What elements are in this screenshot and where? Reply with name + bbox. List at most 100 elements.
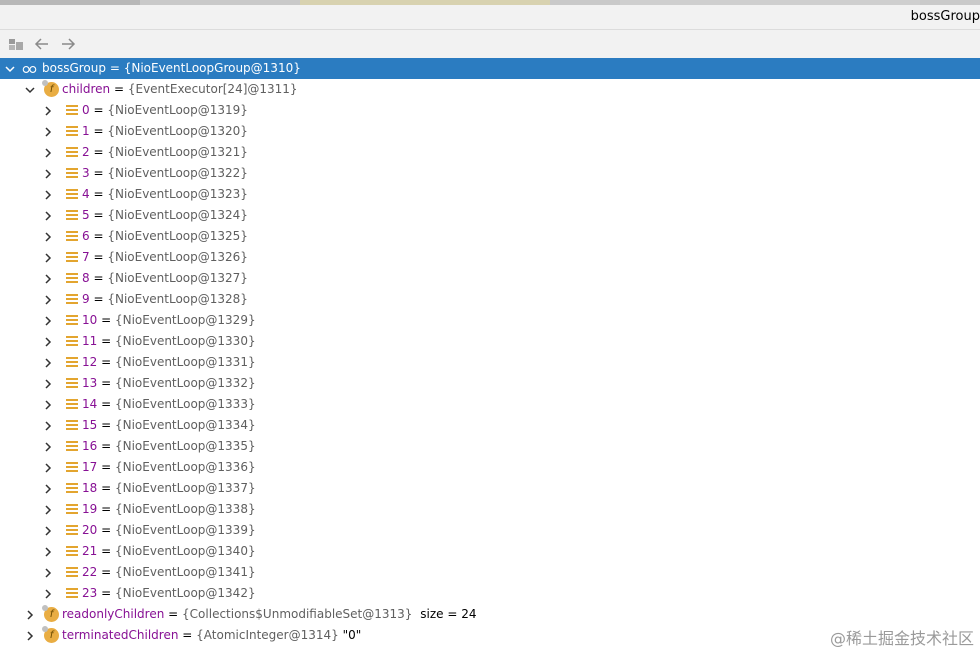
element-index: 15 <box>82 418 98 432</box>
tree-row-element[interactable]: 8 = {NioEventLoop@1327} <box>0 268 980 289</box>
element-value: {NioEventLoop@1331} <box>114 355 256 369</box>
chevron-right-icon[interactable] <box>42 205 54 226</box>
array-element-icon <box>66 525 78 536</box>
toolbar <box>0 30 980 59</box>
element-value: {NioEventLoop@1329} <box>114 313 256 327</box>
chevron-right-icon[interactable] <box>42 247 54 268</box>
array-element-icon <box>66 441 78 452</box>
back-button[interactable] <box>32 34 52 54</box>
chevron-right-icon[interactable] <box>42 499 54 520</box>
tree-row-element[interactable]: 0 = {NioEventLoop@1319} <box>0 100 980 121</box>
tree-row-element[interactable]: 11 = {NioEventLoop@1330} <box>0 331 980 352</box>
array-element-icon <box>66 420 78 431</box>
field-extra: "0" <box>342 628 362 642</box>
chevron-right-icon[interactable] <box>42 541 54 562</box>
forward-button[interactable] <box>58 34 78 54</box>
tree-row-element[interactable]: 18 = {NioEventLoop@1337} <box>0 478 980 499</box>
element-value: {NioEventLoop@1327} <box>107 271 248 285</box>
element-index: 12 <box>82 355 98 369</box>
watch-glasses-icon <box>22 66 37 73</box>
chevron-right-icon[interactable] <box>42 373 54 394</box>
field-name: children <box>62 82 111 96</box>
chevron-right-icon[interactable] <box>42 457 54 478</box>
field-name: readonlyChildren <box>62 607 165 621</box>
array-element-icon <box>66 231 78 242</box>
chevron-right-icon[interactable] <box>42 100 54 121</box>
tree-row-element[interactable]: 3 = {NioEventLoop@1322} <box>0 163 980 184</box>
chevron-right-icon[interactable] <box>42 163 54 184</box>
element-value: {NioEventLoop@1328} <box>107 292 248 306</box>
tree-row-element[interactable]: 20 = {NioEventLoop@1339} <box>0 520 980 541</box>
chevron-right-icon[interactable] <box>42 562 54 583</box>
tree-row-element[interactable]: 1 = {NioEventLoop@1320} <box>0 121 980 142</box>
forward-arrow-icon <box>62 38 76 50</box>
array-element-icon <box>66 189 78 200</box>
element-index: 20 <box>82 523 98 537</box>
chevron-right-icon[interactable] <box>42 184 54 205</box>
tree-row-element[interactable]: 10 = {NioEventLoop@1329} <box>0 310 980 331</box>
tree-row-element[interactable]: 21 = {NioEventLoop@1340} <box>0 541 980 562</box>
array-element-icon <box>66 546 78 557</box>
chevron-right-icon[interactable] <box>24 604 36 625</box>
tree-row-children[interactable]: f children = {EventExecutor[24]@1311} <box>0 79 980 100</box>
chevron-right-icon[interactable] <box>42 310 54 331</box>
chevron-right-icon[interactable] <box>42 394 54 415</box>
element-index: 14 <box>82 397 98 411</box>
array-element-icon <box>66 588 78 599</box>
chevron-right-icon[interactable] <box>42 520 54 541</box>
tree-row-element[interactable]: 9 = {NioEventLoop@1328} <box>0 289 980 310</box>
element-index: 10 <box>82 313 98 327</box>
element-index: 13 <box>82 376 98 390</box>
element-value: {NioEventLoop@1332} <box>114 376 256 390</box>
field-icon: f <box>42 626 59 643</box>
element-value: {NioEventLoop@1322} <box>107 166 248 180</box>
field-value: {Collections$UnmodifiableSet@1313} <box>182 607 413 621</box>
tree-row-element[interactable]: 15 = {NioEventLoop@1334} <box>0 415 980 436</box>
chevron-right-icon[interactable] <box>42 583 54 604</box>
element-value: {NioEventLoop@1340} <box>114 544 256 558</box>
chevron-right-icon[interactable] <box>42 142 54 163</box>
element-index: 1 <box>82 124 90 138</box>
tree-row-element[interactable]: 4 = {NioEventLoop@1323} <box>0 184 980 205</box>
tree-row-element[interactable]: 23 = {NioEventLoop@1342} <box>0 583 980 604</box>
restore-layout-button[interactable] <box>6 34 26 54</box>
element-value: {NioEventLoop@1326} <box>107 250 248 264</box>
chevron-right-icon[interactable] <box>42 331 54 352</box>
chevron-right-icon[interactable] <box>42 478 54 499</box>
tree-row-element[interactable]: 13 = {NioEventLoop@1332} <box>0 373 980 394</box>
array-element-icon <box>66 273 78 284</box>
tree-row-element[interactable]: 6 = {NioEventLoop@1325} <box>0 226 980 247</box>
element-index: 16 <box>82 439 98 453</box>
chevron-right-icon[interactable] <box>42 436 54 457</box>
tree-row-element[interactable]: 14 = {NioEventLoop@1333} <box>0 394 980 415</box>
chevron-right-icon[interactable] <box>42 289 54 310</box>
variable-name: bossGroup <box>42 61 106 75</box>
tree-row-element[interactable]: 12 = {NioEventLoop@1331} <box>0 352 980 373</box>
tree-row-element[interactable]: 19 = {NioEventLoop@1338} <box>0 499 980 520</box>
chevron-right-icon[interactable] <box>42 352 54 373</box>
array-element-icon <box>66 567 78 578</box>
element-index: 11 <box>82 334 98 348</box>
tree-row-element[interactable]: 2 = {NioEventLoop@1321} <box>0 142 980 163</box>
tree-row-element[interactable]: 17 = {NioEventLoop@1336} <box>0 457 980 478</box>
tree-row-element[interactable]: 22 = {NioEventLoop@1341} <box>0 562 980 583</box>
element-index: 4 <box>82 187 90 201</box>
chevron-right-icon[interactable] <box>24 625 36 646</box>
tree-row-readonlyChildren[interactable]: f readonlyChildren = {Collections$Unmodi… <box>0 604 980 625</box>
field-value: {AtomicInteger@1314} <box>196 628 339 642</box>
element-value: {NioEventLoop@1334} <box>114 418 256 432</box>
tree-row-element[interactable]: 7 = {NioEventLoop@1326} <box>0 247 980 268</box>
chevron-down-icon[interactable] <box>4 58 16 79</box>
field-icon: f <box>42 80 59 97</box>
chevron-right-icon[interactable] <box>42 121 54 142</box>
tree-row-bossGroup[interactable]: bossGroup = {NioEventLoopGroup@1310} <box>0 58 980 79</box>
chevron-right-icon[interactable] <box>42 226 54 247</box>
array-element-icon <box>66 336 78 347</box>
field-value: {EventExecutor[24]@1311} <box>127 82 298 96</box>
tree-row-element[interactable]: 5 = {NioEventLoop@1324} <box>0 205 980 226</box>
element-value: {NioEventLoop@1321} <box>107 145 248 159</box>
chevron-right-icon[interactable] <box>42 415 54 436</box>
tree-row-element[interactable]: 16 = {NioEventLoop@1335} <box>0 436 980 457</box>
chevron-right-icon[interactable] <box>42 268 54 289</box>
chevron-down-icon[interactable] <box>24 79 36 100</box>
